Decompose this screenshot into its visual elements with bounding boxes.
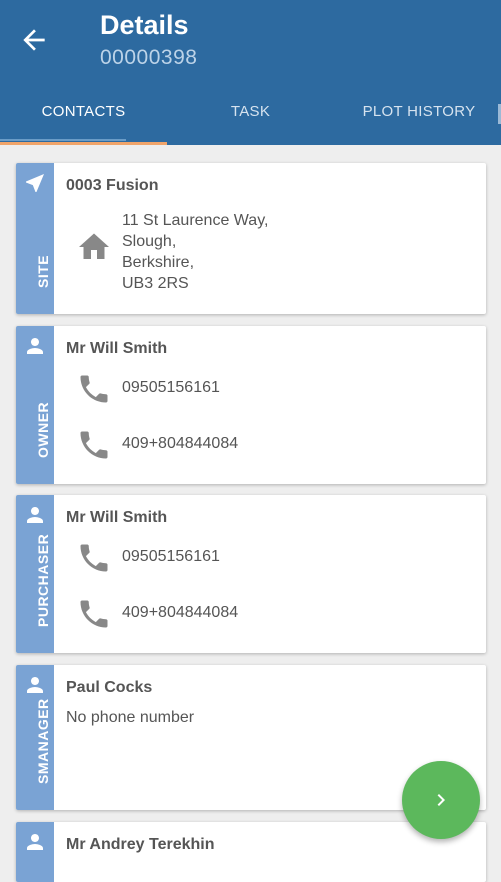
back-button[interactable] [18,24,50,56]
tab-bar: CONTACTS TASK PLOT HISTORY [0,90,501,145]
person-icon [27,507,43,523]
site-address: 11 St Laurence Way, Slough, Berkshire, U… [122,210,268,294]
site-card[interactable]: SITE 0003 Fusion 11 St Laurence Way, Slo… [16,163,486,314]
address-line: Berkshire, [122,254,195,271]
phone-number[interactable]: 09505156161 [122,379,220,397]
purchaser-card[interactable]: PURCHASER Mr Will Smith 09505156161 409+… [16,495,486,653]
address-line: 11 St Laurence Way, [122,212,269,229]
card-type-label: SMANAGER [35,698,51,784]
card-type-strip [16,822,54,882]
smanager-name: Paul Cocks [66,679,153,696]
address-line: UB3 2RS [122,275,189,292]
card-type-strip: SMANAGER [16,665,54,810]
phone-icon[interactable] [76,540,112,576]
chevron-right-icon [437,794,445,806]
phone-number[interactable]: 09505156161 [122,548,220,566]
navigation-arrow-icon [26,174,44,192]
owner-name: Mr Will Smith [66,340,168,357]
person-icon [27,338,43,354]
card-type-strip: PURCHASER [16,495,54,653]
no-phone-text: No phone number [66,709,195,726]
app-header: Details 00000398 CONTACTS TASK PLOT HIST… [0,0,501,145]
next-button[interactable] [402,761,480,839]
card-type-label: PURCHASER [35,533,51,627]
address-line: Slough, [122,233,177,250]
card-type-label: OWNER [35,401,51,458]
home-icon [79,233,109,259]
card-type-label: SITE [35,254,51,288]
card-type-strip: OWNER [16,326,54,484]
phone-number[interactable]: 409+804844084 [122,604,238,622]
page-title: Details [100,10,189,40]
tab-task[interactable]: TASK [167,90,334,142]
person-icon [27,834,43,850]
tab-plot-history[interactable]: PLOT HISTORY [334,90,501,142]
tab-contacts[interactable]: CONTACTS [0,90,167,142]
owner-card[interactable]: OWNER Mr Will Smith 09505156161 409+8048… [16,326,486,484]
phone-number[interactable]: 409+804844084 [122,435,238,453]
card-type-strip: SITE [16,163,54,314]
phone-icon[interactable] [76,427,112,463]
contact-card[interactable]: Mr Andrey Terekhin [16,822,486,882]
person-icon [27,677,43,693]
arrow-left-icon [23,29,45,51]
active-tab-indicator [0,139,167,145]
purchaser-name: Mr Will Smith [66,509,168,526]
contact-name: Mr Andrey Terekhin [66,836,215,853]
record-number: 00000398 [100,46,198,69]
phone-icon[interactable] [76,371,112,407]
phone-icon[interactable] [76,596,112,632]
site-name: 0003 Fusion [66,177,159,194]
